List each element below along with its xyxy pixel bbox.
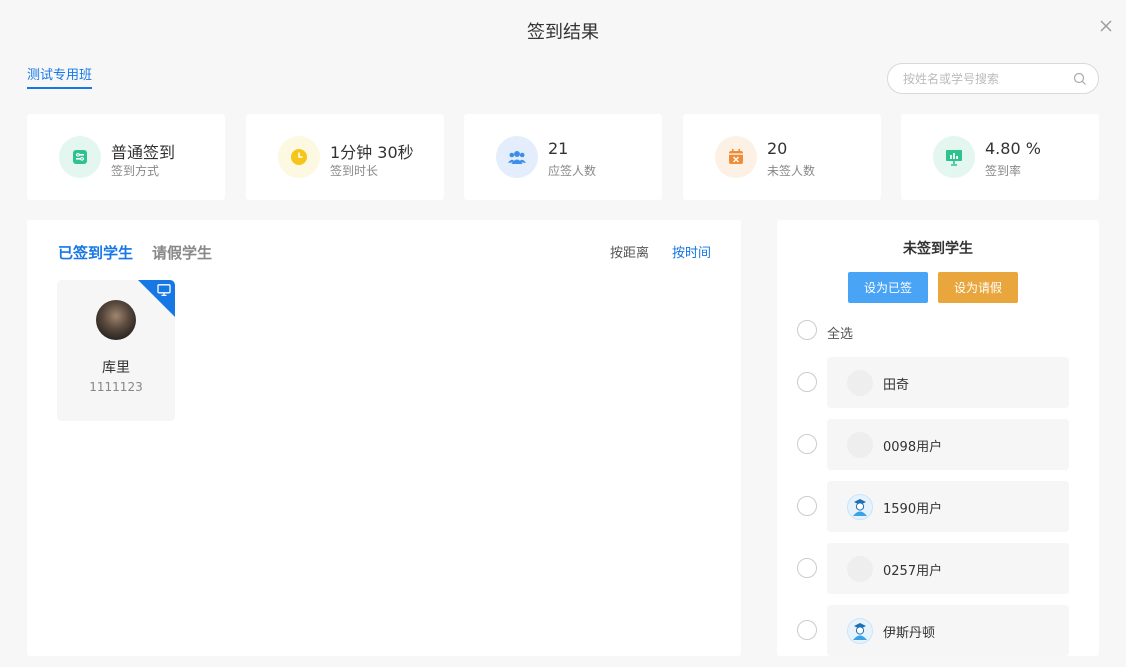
class-tab[interactable]: 测试专用班 [27,64,93,89]
stat-value: 普通签到 [111,143,176,162]
student-radio[interactable] [797,558,817,578]
unsigned-title: 未签到学生 [903,241,973,257]
sort-by-distance[interactable]: 按距离 [610,242,649,261]
stat-label: 应签人数 [548,164,597,178]
avatar-placeholder [847,556,873,582]
stat-card-unsigned: 20 未签人数 [683,114,881,200]
unsigned-students-panel: 未签到学生 设为已签 设为请假 全选 田奇 0098用户 1590用户 0257… [777,220,1099,656]
list-item[interactable]: 伊斯丹顿 [827,605,1069,656]
stat-card-expected: 21 应签人数 [464,114,662,200]
checkin-mode-icon [59,136,101,178]
class-tab-label: 测试专用班 [27,68,93,83]
group-icon [496,136,538,178]
stat-value: 1分钟 30秒 [330,143,414,162]
list-item[interactable]: 0098用户 [827,419,1069,470]
avatar-placeholder [847,432,873,458]
clock-icon [278,136,320,178]
student-radio[interactable] [797,620,817,640]
student-name: 1590用户 [883,502,943,517]
mark-signed-button[interactable]: 设为已签 [848,272,928,303]
tab-leave-students[interactable]: 请假学生 [152,242,212,263]
stat-label: 未签人数 [767,164,816,178]
close-icon[interactable] [1098,18,1114,34]
search-input[interactable] [903,70,1063,88]
stat-value: 4.80 % [985,139,1041,158]
chart-board-icon [933,136,975,178]
monitor-icon [157,284,171,296]
stat-card-duration: 1分钟 30秒 签到时长 [246,114,444,200]
stat-card-rate: 4.80 % 签到率 [901,114,1099,200]
stat-label: 签到率 [985,164,1022,178]
avatar-placeholder [847,370,873,396]
student-name: 0098用户 [883,440,943,455]
stat-value: 20 [767,139,788,158]
calendar-x-icon [715,136,757,178]
search-box[interactable] [887,63,1099,94]
stat-card-mode: 普通签到 签到方式 [27,114,225,200]
student-name: 伊斯丹顿 [883,626,936,641]
stat-value: 21 [548,139,569,158]
mark-leave-button[interactable]: 设为请假 [938,272,1018,303]
student-name: 田奇 [883,378,910,393]
signed-students-panel: 已签到学生 请假学生 按距离 按时间 库里 1111123 [27,220,741,656]
student-radio[interactable] [797,372,817,392]
list-item[interactable]: 0257用户 [827,543,1069,594]
avatar [96,300,136,340]
list-item[interactable]: 1590用户 [827,481,1069,532]
stat-label: 签到时长 [330,164,379,178]
search-icon[interactable] [1073,72,1087,86]
student-avatar-icon [847,618,873,644]
sort-by-time[interactable]: 按时间 [672,242,711,261]
select-all-label: 全选 [827,327,854,342]
stat-label: 签到方式 [111,164,160,178]
tab-signed-students[interactable]: 已签到学生 [58,242,133,263]
student-card[interactable]: 库里 1111123 [57,280,175,421]
student-id: 1111123 [89,380,143,394]
student-avatar-icon [847,494,873,520]
student-name: 库里 [102,360,130,376]
list-item[interactable]: 田奇 [827,357,1069,408]
dialog-title: 签到结果 [527,22,599,43]
select-all-radio[interactable] [797,320,817,340]
student-radio[interactable] [797,434,817,454]
student-radio[interactable] [797,496,817,516]
student-name: 0257用户 [883,564,943,579]
